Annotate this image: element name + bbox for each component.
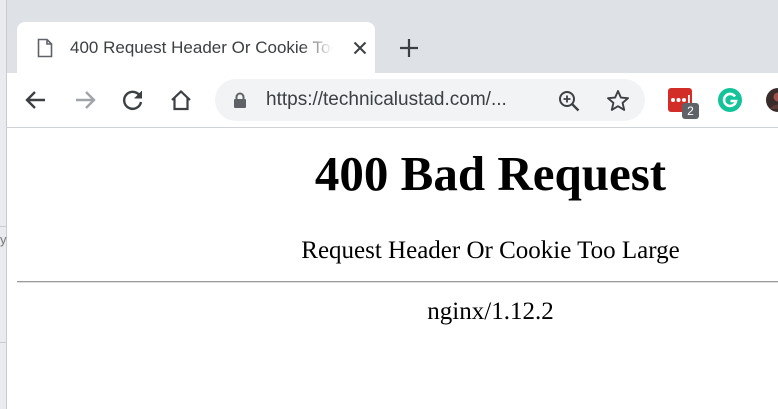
star-icon[interactable] xyxy=(605,88,631,114)
tab-strip: 400 Request Header Or Cookie Too Large xyxy=(7,0,778,74)
plus-icon[interactable] xyxy=(396,35,422,61)
adjacent-window-edge: y xyxy=(0,0,7,409)
browser-window: 400 Request Header Or Cookie Too Large xyxy=(7,0,778,409)
close-icon[interactable] xyxy=(350,38,370,58)
reload-icon[interactable] xyxy=(119,86,147,114)
grammarly-icon[interactable] xyxy=(717,87,743,113)
avatar[interactable] xyxy=(765,87,778,113)
address-bar[interactable]: https://technicalustad.com/... xyxy=(215,79,645,121)
extension-badge: 2 xyxy=(682,103,699,119)
lock-icon[interactable] xyxy=(233,92,247,108)
url-text[interactable]: https://technicalustad.com/... xyxy=(266,89,546,111)
zoom-in-icon[interactable] xyxy=(557,89,581,113)
horizontal-rule xyxy=(17,281,778,283)
tab-title: 400 Request Header Or Cookie Too Large xyxy=(70,38,333,57)
page-icon xyxy=(37,38,53,58)
arrow-left-icon[interactable] xyxy=(22,86,50,114)
arrow-right-icon[interactable] xyxy=(71,86,99,114)
page-heading: 400 Bad Request xyxy=(314,146,667,201)
error-message: Request Header Or Cookie Too Large xyxy=(301,237,680,264)
adjacent-window-divider xyxy=(0,226,6,227)
toolbar: https://technicalustad.com/... 2 xyxy=(7,73,778,128)
server-signature: nginx/1.12.2 xyxy=(427,298,554,325)
lastpass-extension-button[interactable]: 2 xyxy=(668,86,699,119)
active-tab[interactable]: 400 Request Header Or Cookie Too Large xyxy=(17,22,375,74)
home-icon[interactable] xyxy=(167,86,195,114)
page-content: 400 Bad Request Request Header Or Cookie… xyxy=(7,128,778,409)
adjacent-window-divider xyxy=(0,342,6,343)
adjacent-window-glyph: y xyxy=(0,232,7,247)
